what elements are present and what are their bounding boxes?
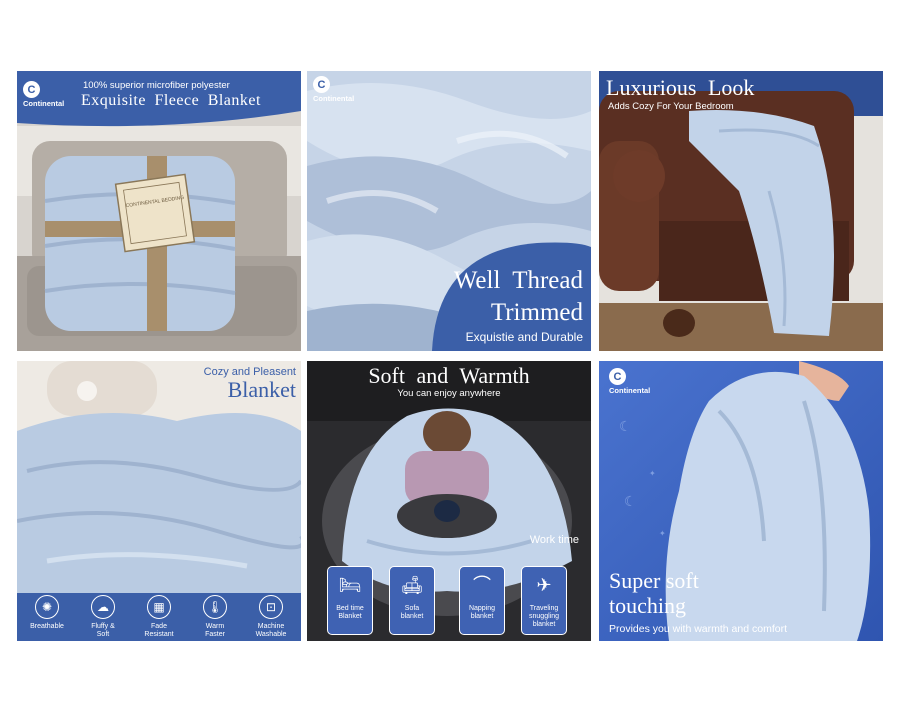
use-sofa: 🛋 Sofa blanket	[389, 566, 435, 635]
use-label: Sofa blanket	[400, 605, 424, 620]
brand-logo: C Continental	[609, 368, 650, 395]
tile1-kicker: 100% superior microfiber polyester	[83, 80, 230, 91]
feature-warm-faster: 🌡 Warm Faster	[187, 595, 243, 639]
svg-text:☾: ☾	[624, 494, 637, 510]
thermometer-icon: 🌡	[203, 595, 227, 619]
fluffy-icon: ☁	[91, 595, 115, 619]
use-bedtime: 🛏 Bed time Blanket	[327, 566, 373, 635]
tile5-caption: Work time	[529, 534, 579, 546]
washing-machine-icon: ⊡	[259, 595, 283, 619]
tile-well-thread: C Continental Well Thread Trimmed Exquis…	[307, 71, 591, 351]
svg-text:✦: ✦	[649, 469, 656, 478]
feature-label: Machine Washable	[255, 623, 287, 638]
brand-logo: C Continental	[313, 76, 354, 103]
tile3-title: Luxurious Look	[606, 75, 755, 100]
tile1-title: Exquisite Fleece Blanket	[81, 92, 261, 109]
tile2-subtitle: Exquistie and Durable	[465, 330, 583, 344]
logo-text: Continental	[23, 99, 65, 108]
fade-resistant-icon: ▦	[147, 595, 171, 619]
logo-mark-icon: C	[609, 368, 626, 385]
use-napping: ⌒ Napping blanket	[459, 566, 505, 635]
svg-text:☾: ☾	[619, 419, 632, 435]
logo-mark-icon: C	[23, 81, 40, 98]
tile4-title: Blanket	[227, 377, 296, 402]
logo-mark-icon: C	[313, 76, 330, 93]
tile2-title-line1: Well Thread	[453, 267, 583, 294]
feature-label: Breathable	[30, 623, 64, 630]
feature-label: Fluffy & Soft	[91, 623, 115, 638]
feature-fade-resistant: ▦ Fade Resistant	[131, 595, 187, 639]
breathable-icon: ✺	[35, 595, 59, 619]
nap-icon: ⌒	[473, 575, 491, 595]
tile-super-soft: ☾ ✦ ☾ ✦ ☾ C Continental Super soft touch…	[599, 361, 883, 641]
use-label: Napping blanket	[468, 605, 496, 620]
tile-soft-warmth: Soft and Warmth You can enjoy anywhere W…	[307, 361, 591, 641]
use-label: Bed time Blanket	[336, 605, 364, 620]
feature-fluffy-soft: ☁ Fluffy & Soft	[75, 595, 131, 639]
bed-icon: 🛏	[338, 575, 362, 595]
tile5-subtitle: You can enjoy anywhere	[397, 388, 501, 399]
tile-cozy-blanket: Cozy and Pleasent Blanket ✺ Breathable ☁…	[17, 361, 301, 641]
feature-label: Warm Faster	[205, 623, 225, 638]
tile3-subtitle: Adds Cozy For Your Bedroom	[608, 101, 734, 112]
logo-text: Continental	[313, 94, 355, 103]
logo-text: Continental	[609, 386, 651, 395]
sofa-icon: 🛋	[400, 575, 424, 595]
svg-text:✦: ✦	[659, 529, 666, 538]
tile6-title-line2: touching	[609, 593, 686, 618]
feature-machine-washable: ⊡ Machine Washable	[243, 595, 299, 639]
feature-breathable: ✺ Breathable	[19, 595, 75, 631]
tile5-title: Soft and Warmth	[368, 363, 530, 388]
tile-luxurious-look: Luxurious Look Adds Cozy For Your Bedroo…	[599, 71, 883, 351]
use-label: Traveling snuggling blanket	[529, 605, 559, 628]
travel-icon: ✈	[536, 575, 552, 595]
tile6-title-line1: Super soft	[609, 568, 699, 593]
armchair-photo	[599, 71, 883, 351]
tile-exquisite-fleece: C Continental 100% superior microfiber p…	[17, 71, 301, 351]
tile6-subtitle: Provides you with warmth and comfort	[609, 623, 787, 635]
tile2-title-line2: Trimmed	[490, 299, 583, 326]
brand-logo: C Continental	[23, 81, 64, 108]
use-traveling: ✈ Traveling snuggling blanket	[521, 566, 567, 635]
folded-blanket-photo	[17, 71, 301, 351]
feature-label: Fade Resistant	[144, 623, 174, 638]
